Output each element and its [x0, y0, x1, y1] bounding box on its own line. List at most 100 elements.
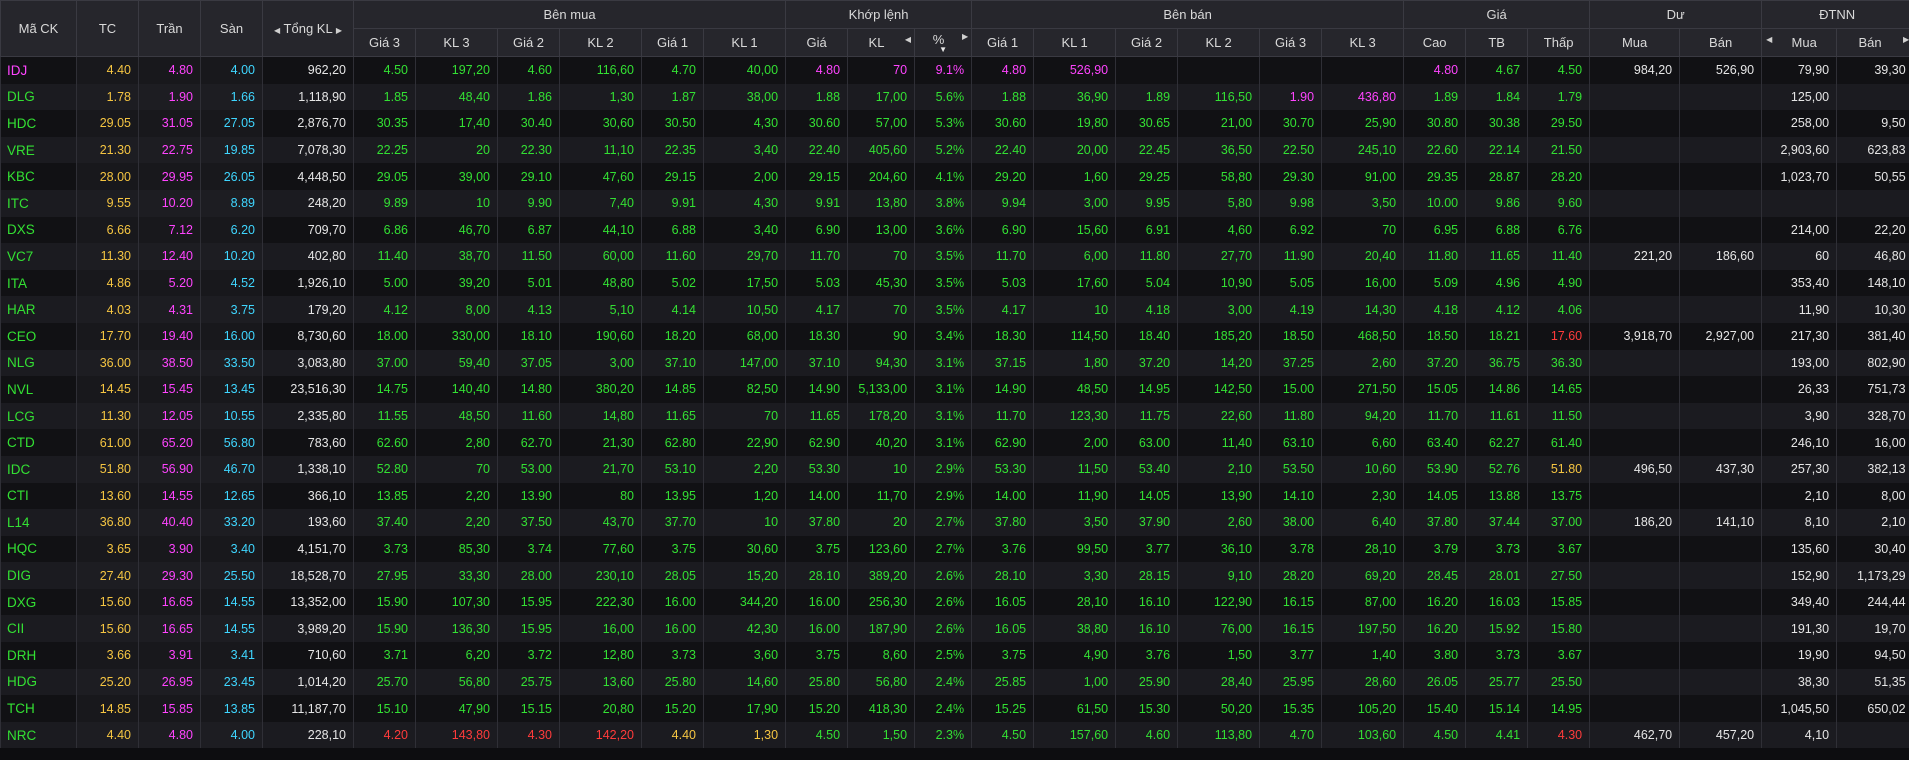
col-low[interactable]: Thấp — [1527, 28, 1591, 57]
stock-row[interactable]: ITA 4.86 5.20 4.52 1,926,10 5.00 39,20 5.01 48,8… — [0, 269, 1909, 297]
stock-symbol[interactable]: KBC — [0, 163, 77, 190]
col-floor[interactable]: Sàn — [200, 0, 263, 57]
col-symbol[interactable]: Mã CK — [0, 0, 77, 57]
col-residual-sell[interactable]: Bán — [1679, 28, 1763, 57]
stock-symbol[interactable]: L14 — [0, 509, 77, 536]
stock-symbol[interactable]: CTD — [0, 429, 77, 456]
col-ask-price-2[interactable]: Giá 2 — [1115, 28, 1179, 57]
total-volume: 366,10 — [262, 482, 354, 510]
bid-price-3: 4.50 — [353, 56, 416, 84]
stock-symbol[interactable]: IDC — [0, 455, 77, 483]
arrow-right-icon[interactable]: ▶ — [962, 32, 968, 41]
ask-vol-1: 4,90 — [1033, 642, 1116, 669]
col-ceil[interactable]: Trần — [138, 0, 201, 57]
stock-symbol[interactable]: DXS — [0, 216, 77, 244]
stock-symbol[interactable]: NRC — [0, 721, 77, 749]
stock-symbol[interactable]: ITC — [0, 189, 77, 217]
stock-symbol[interactable]: DIG — [0, 562, 77, 589]
match-price: 5.03 — [785, 269, 848, 297]
stock-symbol[interactable]: TCH — [0, 695, 77, 722]
stock-symbol[interactable]: CII — [0, 615, 77, 643]
ask-price-3: 18.50 — [1259, 322, 1322, 350]
col-match-pct[interactable]: % ▶ ▼ — [914, 28, 973, 57]
col-residual-buy[interactable]: Mua — [1589, 28, 1681, 57]
arrow-right-icon[interactable]: ▶ — [1903, 35, 1909, 44]
ask-price-1: 4.50 — [971, 721, 1034, 749]
stock-symbol[interactable]: HDC — [0, 110, 77, 137]
stock-row[interactable]: NRC 4.40 4.80 4.00 228,10 4.20 143,80 4.30 142,2… — [0, 721, 1909, 749]
stock-row[interactable]: TCH 14.85 15.85 13.85 11,187,70 15.10 47,90 15.… — [0, 695, 1909, 722]
col-match-vol[interactable]: KL ◀ — [847, 28, 916, 57]
arrow-left-icon[interactable]: ◀ — [905, 35, 911, 44]
stock-row[interactable]: HDC 29.05 31.05 27.05 2,876,70 30.35 17,40 30.4… — [0, 110, 1909, 137]
avg-price: 15.14 — [1465, 695, 1528, 722]
col-ref[interactable]: TC — [76, 0, 139, 57]
stock-row[interactable]: IDJ 4.40 4.80 4.00 962,20 4.50 197,20 4.60 116,6… — [0, 56, 1909, 84]
col-bid-price-1[interactable]: Giá 1 — [641, 28, 704, 57]
stock-row[interactable]: HQC 3.65 3.90 3.40 4,151,70 3.73 85,30 3.74 77,6… — [0, 535, 1909, 563]
stock-row[interactable]: L14 36.80 40.40 33.20 193,60 37.40 2,20 37.50 43… — [0, 509, 1909, 536]
stock-symbol[interactable]: ITA — [0, 269, 77, 297]
ask-price-1: 15.25 — [971, 695, 1034, 722]
stock-row[interactable]: KBC 28.00 29.95 26.05 4,448,50 29.05 39,00 29.1… — [0, 163, 1909, 190]
arrow-left-icon[interactable]: ◀ — [274, 26, 280, 35]
stock-row[interactable]: NLG 36.00 38.50 33.50 3,083,80 37.00 59,40 37.0… — [0, 349, 1909, 377]
stock-symbol[interactable]: IDJ — [0, 56, 77, 84]
stock-row[interactable]: CEO 17.70 19.40 16.00 8,730,60 18.00 330,00 18.… — [0, 322, 1909, 350]
stock-symbol[interactable]: NLG — [0, 349, 77, 377]
stock-symbol[interactable]: NVL — [0, 376, 77, 403]
stock-row[interactable]: DXG 15.60 16.65 14.55 13,352,00 15.90 107,30 15… — [0, 588, 1909, 616]
col-bid-price-3[interactable]: Giá 3 — [353, 28, 416, 57]
col-ask-price-1[interactable]: Giá 1 — [971, 28, 1035, 57]
stock-row[interactable]: HDG 25.20 26.95 23.45 1,014,20 25.70 56,80 25.7… — [0, 668, 1909, 696]
stock-symbol[interactable]: DXG — [0, 588, 77, 616]
stock-row[interactable]: DIG 27.40 29.30 25.50 18,528,70 27.95 33,30 28.… — [0, 562, 1909, 589]
stock-symbol[interactable]: HQC — [0, 535, 77, 563]
stock-symbol[interactable]: VRE — [0, 136, 77, 164]
stock-row[interactable]: VC7 11.30 12.40 10.20 402,80 11.40 38,70 11.50 6… — [0, 243, 1909, 270]
col-high[interactable]: Cao — [1403, 28, 1467, 57]
stock-row[interactable]: ITC 9.55 10.20 8.89 248,20 9.89 10 9.90 7,40 9.91… — [0, 189, 1909, 217]
col-match-price[interactable]: Giá — [785, 28, 849, 57]
stock-symbol[interactable]: HAR — [0, 296, 77, 323]
col-foreign-buy[interactable]: ◀ Mua — [1761, 28, 1838, 57]
stock-row[interactable]: CII 15.60 16.65 14.55 3,989,20 15.90 136,30 15.… — [0, 615, 1909, 643]
bid-price-3: 5.00 — [353, 269, 416, 297]
col-foreign-sell[interactable]: Bán ▶ — [1836, 28, 1909, 57]
floor-price: 19.85 — [200, 136, 263, 164]
col-bid-price-2[interactable]: Giá 2 — [497, 28, 560, 57]
stock-symbol[interactable]: DLG — [0, 83, 77, 111]
stock-symbol[interactable]: CEO — [0, 322, 77, 350]
stock-symbol[interactable]: DRH — [0, 642, 77, 669]
residual-buy: 462,70 — [1589, 721, 1680, 749]
stock-symbol[interactable]: VC7 — [0, 243, 77, 270]
floor-price: 3.40 — [200, 535, 263, 563]
col-bid-vol-1[interactable]: KL 1 — [702, 28, 787, 57]
col-bid-vol-3[interactable]: KL 3 — [415, 28, 498, 57]
col-ask-vol-2[interactable]: KL 2 — [1177, 28, 1261, 57]
arrow-left-icon[interactable]: ◀ — [1766, 35, 1772, 44]
ask-price-3: 4.19 — [1259, 296, 1322, 323]
col-bid-vol-2[interactable]: KL 2 — [559, 28, 642, 57]
stock-row[interactable]: HAR 4.03 4.31 3.75 179,20 4.12 8,00 4.13 5,10 4.1… — [0, 296, 1909, 323]
stock-row[interactable]: CTD 61.00 65.20 56.80 783,60 62.60 2,80 62.70 21… — [0, 429, 1909, 456]
col-ask-price-3[interactable]: Giá 3 — [1259, 28, 1323, 57]
stock-symbol[interactable]: LCG — [0, 402, 77, 430]
stock-symbol[interactable]: HDG — [0, 668, 77, 696]
stock-row[interactable]: DLG 1.78 1.90 1.66 1,118,90 1.85 48,40 1.86 1,30… — [0, 83, 1909, 111]
stock-row[interactable]: CTI 13.60 14.55 12.65 366,10 13.85 2,20 13.90 80… — [0, 482, 1909, 510]
stock-row[interactable]: LCG 11.30 12.05 10.55 2,335,80 11.55 48,50 11.6… — [0, 402, 1909, 430]
foreign-sell: 39,30 — [1836, 56, 1909, 84]
foreign-sell: 30,40 — [1836, 535, 1909, 563]
stock-row[interactable]: DXS 6.66 7.12 6.20 709,70 6.86 46,70 6.87 44,10 6… — [0, 216, 1909, 244]
col-ask-vol-3[interactable]: KL 3 — [1321, 28, 1405, 57]
stock-symbol[interactable]: CTI — [0, 482, 77, 510]
stock-row[interactable]: IDC 51.80 56.90 46.70 1,338,10 52.80 70 53.00 21… — [0, 455, 1909, 483]
col-total-vol[interactable]: ◀ Tổng KL ▶ — [262, 0, 354, 57]
stock-row[interactable]: VRE 21.30 22.75 19.85 7,078,30 22.25 20 22.30 11… — [0, 136, 1909, 164]
stock-row[interactable]: NVL 14.45 15.45 13.45 23,516,30 14.75 140,40 14… — [0, 376, 1909, 403]
col-avg[interactable]: TB — [1465, 28, 1529, 57]
col-ask-vol-1[interactable]: KL 1 — [1033, 28, 1117, 57]
stock-row[interactable]: DRH 3.66 3.91 3.41 710,60 3.71 6,20 3.72 12,80 3.… — [0, 642, 1909, 669]
arrow-right-icon[interactable]: ▶ — [336, 26, 342, 35]
